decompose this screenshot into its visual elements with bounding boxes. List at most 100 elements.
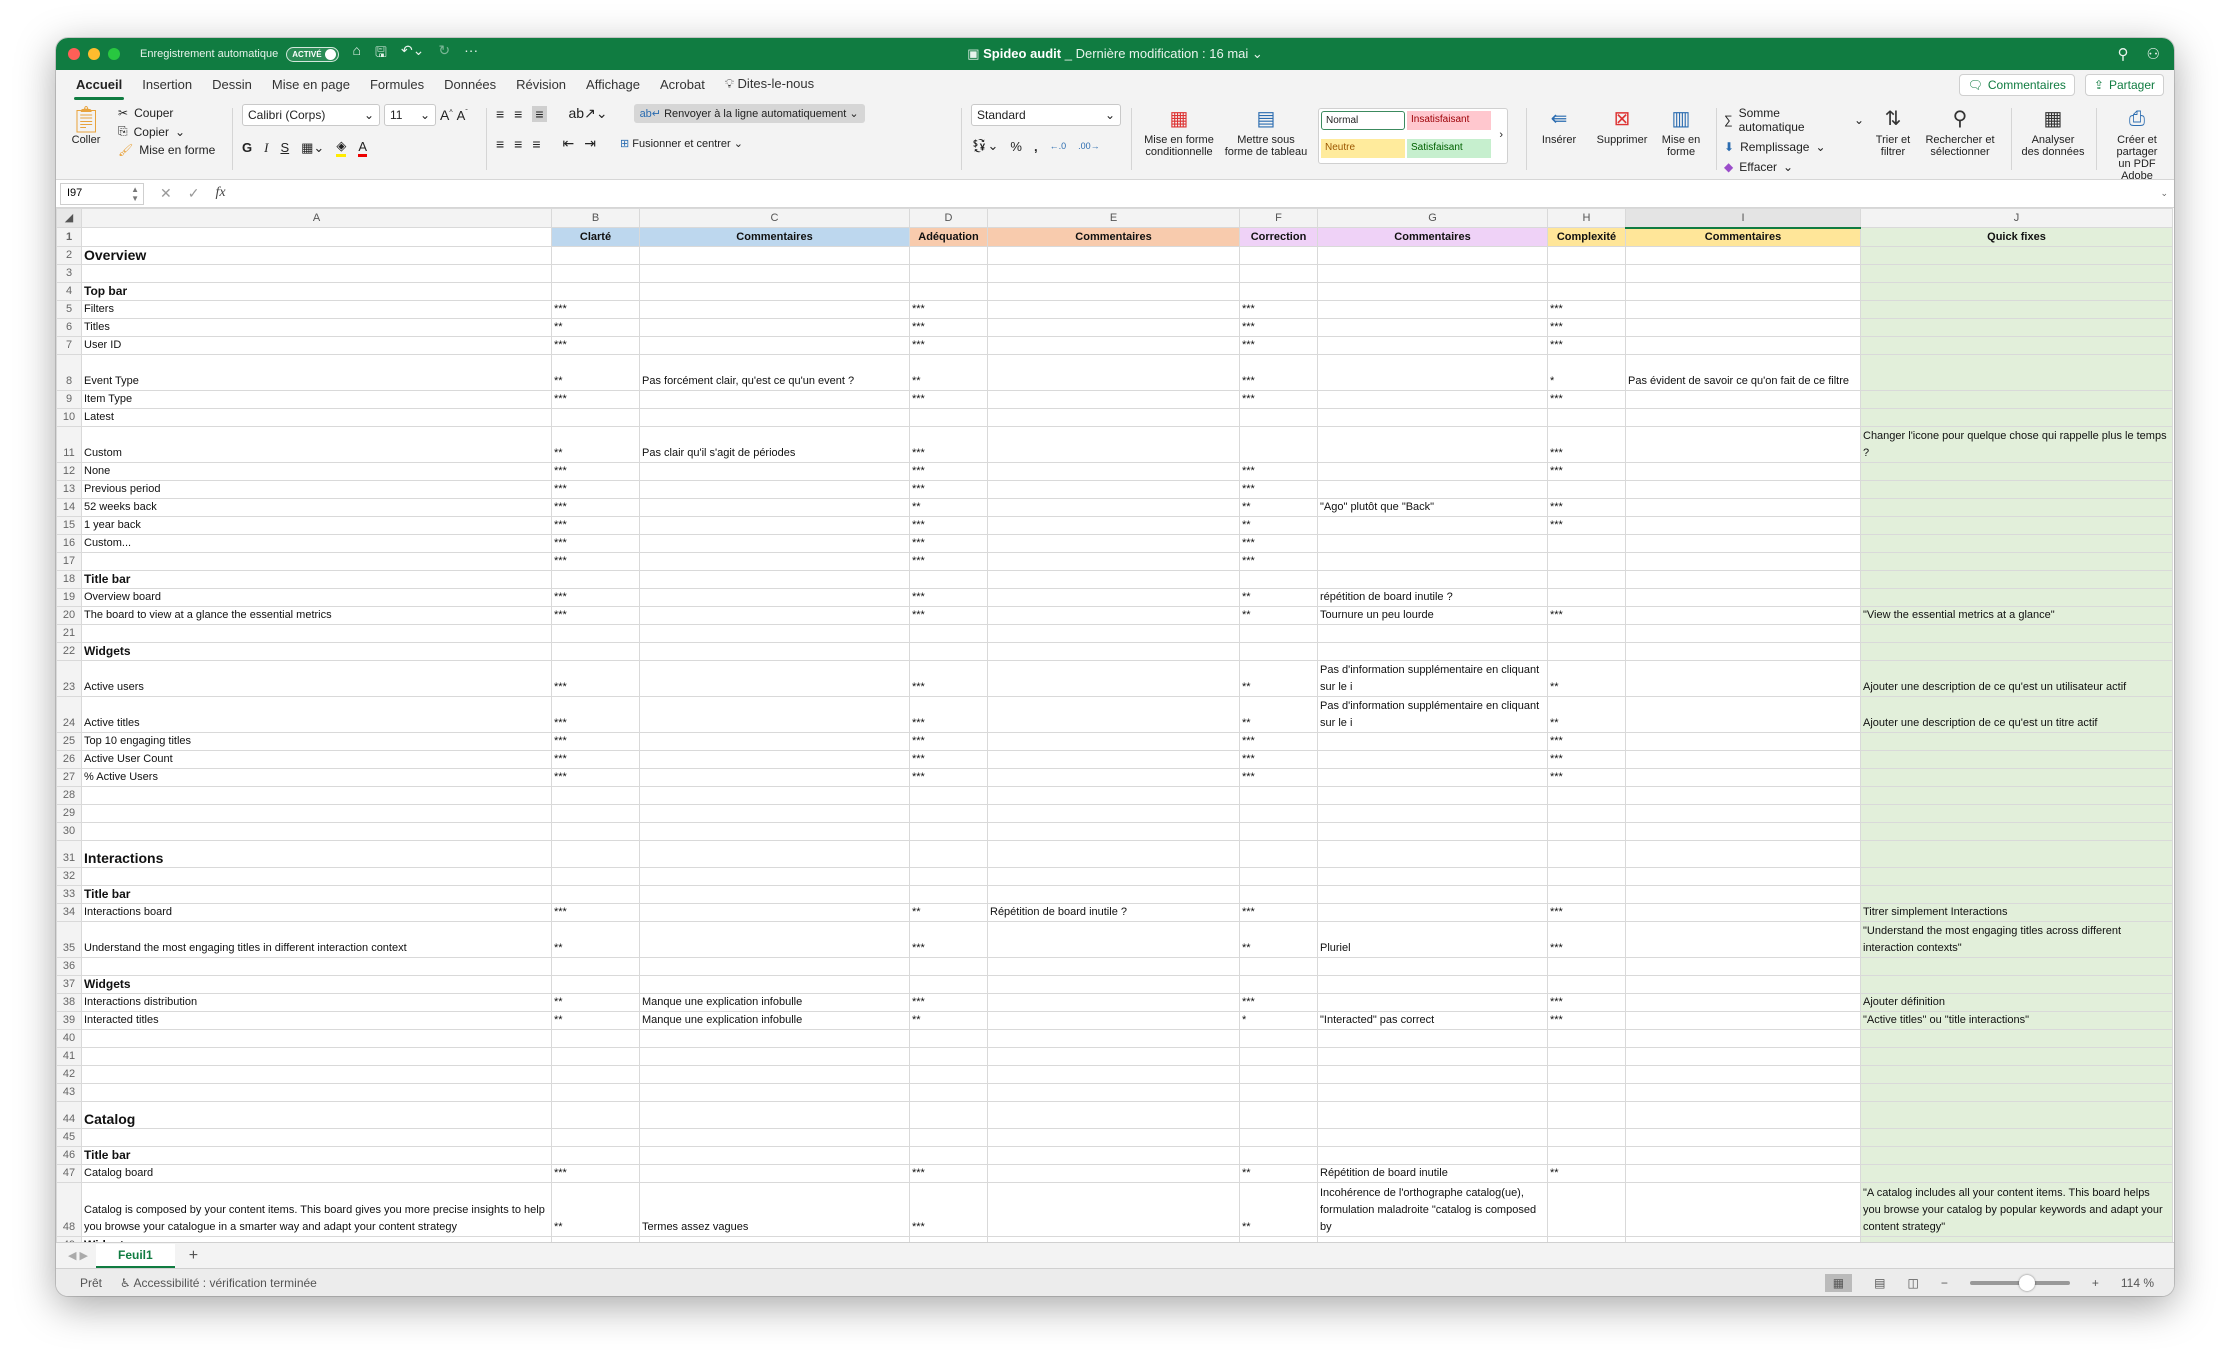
cell-e[interactable]: Répétition de board inutile ? [987, 902, 1240, 922]
cell-e[interactable] [987, 641, 1240, 661]
cell-b[interactable]: *** [551, 299, 640, 319]
cell-c[interactable] [639, 902, 910, 922]
cell-a[interactable]: Active User Count [81, 749, 552, 769]
cell-a[interactable]: Item Type [81, 389, 552, 409]
cell-c[interactable] [639, 1100, 910, 1129]
cell-c[interactable] [639, 1145, 910, 1165]
cell-d[interactable]: *** [909, 992, 988, 1012]
cell-f[interactable] [1239, 1046, 1318, 1066]
increase-font-icon[interactable]: A^ [440, 107, 453, 123]
cell-c[interactable] [639, 920, 910, 958]
cell-g[interactable] [1317, 1100, 1548, 1129]
undo-icon[interactable]: ↶⌄ [401, 42, 424, 66]
cell-j[interactable] [1860, 641, 2173, 661]
cell-f[interactable]: *** [1239, 902, 1318, 922]
cell-b[interactable]: *** [551, 731, 640, 751]
format-table-button[interactable]: ▤ Mettre sous forme de tableau [1224, 104, 1308, 174]
cell-f[interactable] [1239, 1127, 1318, 1147]
cell-d[interactable]: *** [909, 515, 988, 535]
cell-i[interactable] [1625, 821, 1861, 841]
cell-b[interactable] [551, 407, 640, 427]
row-number[interactable]: 48 [56, 1181, 82, 1237]
cell-c[interactable]: Termes assez vagues [639, 1181, 910, 1237]
cell-d[interactable]: *** [909, 425, 988, 463]
cell-j[interactable] [1860, 497, 2173, 517]
cell-h[interactable] [1547, 866, 1626, 886]
cell-d[interactable]: *** [909, 533, 988, 553]
cell-e[interactable] [987, 731, 1240, 751]
cell-e[interactable] [987, 317, 1240, 337]
cell-b[interactable]: ** [551, 992, 640, 1012]
cell-g[interactable] [1317, 515, 1548, 535]
cell-c[interactable] [639, 821, 910, 841]
cell-e[interactable] [987, 569, 1240, 589]
cell-a[interactable]: Titles [81, 317, 552, 337]
row-number[interactable]: 9 [56, 389, 82, 409]
cell-h[interactable] [1547, 1181, 1626, 1237]
cell-b[interactable] [551, 263, 640, 283]
page-layout-icon[interactable]: ▤ [1874, 1276, 1885, 1290]
cell-a[interactable]: 1 year back [81, 515, 552, 535]
cell-c[interactable] [639, 263, 910, 283]
cell-i[interactable] [1625, 992, 1861, 1012]
cell-g[interactable] [1317, 281, 1548, 301]
cell-d[interactable]: *** [909, 659, 988, 697]
cell-j[interactable] [1860, 461, 2173, 481]
cut-button[interactable]: ✂ Couper [118, 106, 228, 120]
cell-g[interactable] [1317, 479, 1548, 499]
cell-g[interactable] [1317, 425, 1548, 463]
row-number[interactable]: 43 [56, 1082, 82, 1102]
header-cell-correction[interactable]: Correction [1239, 227, 1318, 247]
cell-d[interactable]: *** [909, 461, 988, 481]
cell-f[interactable] [1239, 1145, 1318, 1165]
cell-j[interactable] [1860, 317, 2173, 337]
cell-g[interactable]: "Ago" plutôt que "Back" [1317, 497, 1548, 517]
cell-h[interactable] [1547, 281, 1626, 301]
zoom-out-button[interactable]: − [1941, 1276, 1948, 1290]
cell-a[interactable] [81, 803, 552, 823]
sheet-nav-arrows[interactable]: ◀ ▶ [68, 1249, 88, 1262]
cell-f[interactable]: *** [1239, 533, 1318, 553]
cell-e[interactable] [987, 1046, 1240, 1066]
cell-f[interactable] [1239, 803, 1318, 823]
cell-g[interactable]: "Interacted" pas correct [1317, 1010, 1548, 1030]
cell-b[interactable] [551, 1100, 640, 1129]
cell-a[interactable]: Widgets [81, 641, 552, 661]
row-number[interactable]: 27 [56, 767, 82, 787]
cell-g[interactable] [1317, 533, 1548, 553]
style-good[interactable]: Satisfaisant [1407, 139, 1491, 158]
cell-i[interactable] [1625, 839, 1861, 868]
row-number[interactable]: 35 [56, 920, 82, 958]
cell-i[interactable] [1625, 479, 1861, 499]
cell-e[interactable] [987, 425, 1240, 463]
cell-b[interactable] [551, 821, 640, 841]
cell-j[interactable] [1860, 749, 2173, 769]
cell-e[interactable] [987, 767, 1240, 787]
cell-b[interactable] [551, 1127, 640, 1147]
cell-e[interactable] [987, 1028, 1240, 1048]
zoom-slider[interactable] [1969, 1274, 2070, 1291]
cell-h[interactable]: *** [1547, 425, 1626, 463]
cell-a[interactable]: Title bar [81, 884, 552, 904]
cell-e[interactable] [987, 992, 1240, 1012]
cell-j[interactable] [1860, 1163, 2173, 1183]
tab-dites-le-nous[interactable]: 💡︎ Dites-le-nous [715, 76, 824, 100]
cell-f[interactable]: ** [1239, 605, 1318, 625]
cell-e[interactable] [987, 461, 1240, 481]
cell-f[interactable] [1239, 956, 1318, 976]
column-header-selected[interactable]: I [1625, 208, 1861, 229]
borders-icon[interactable]: ▦⌄ [301, 140, 324, 156]
header-cell-quick-fixes[interactable]: Quick fixes [1860, 227, 2173, 247]
cell-h[interactable] [1547, 569, 1626, 589]
orientation-icon[interactable]: ab↗⌄ [569, 105, 608, 122]
row-number[interactable]: 1 [56, 227, 82, 247]
cell-g[interactable] [1317, 389, 1548, 409]
cell-i[interactable] [1625, 1181, 1861, 1237]
cell-j[interactable]: Titrer simplement Interactions [1860, 902, 2173, 922]
sort-filter-button[interactable]: ⇅ Trier et filtrer [1868, 104, 1918, 174]
cell-j[interactable] [1860, 479, 2173, 499]
cell-d[interactable] [909, 1145, 988, 1165]
cell-g[interactable] [1317, 353, 1548, 391]
cell[interactable] [81, 227, 552, 247]
row-number[interactable]: 31 [56, 839, 82, 868]
